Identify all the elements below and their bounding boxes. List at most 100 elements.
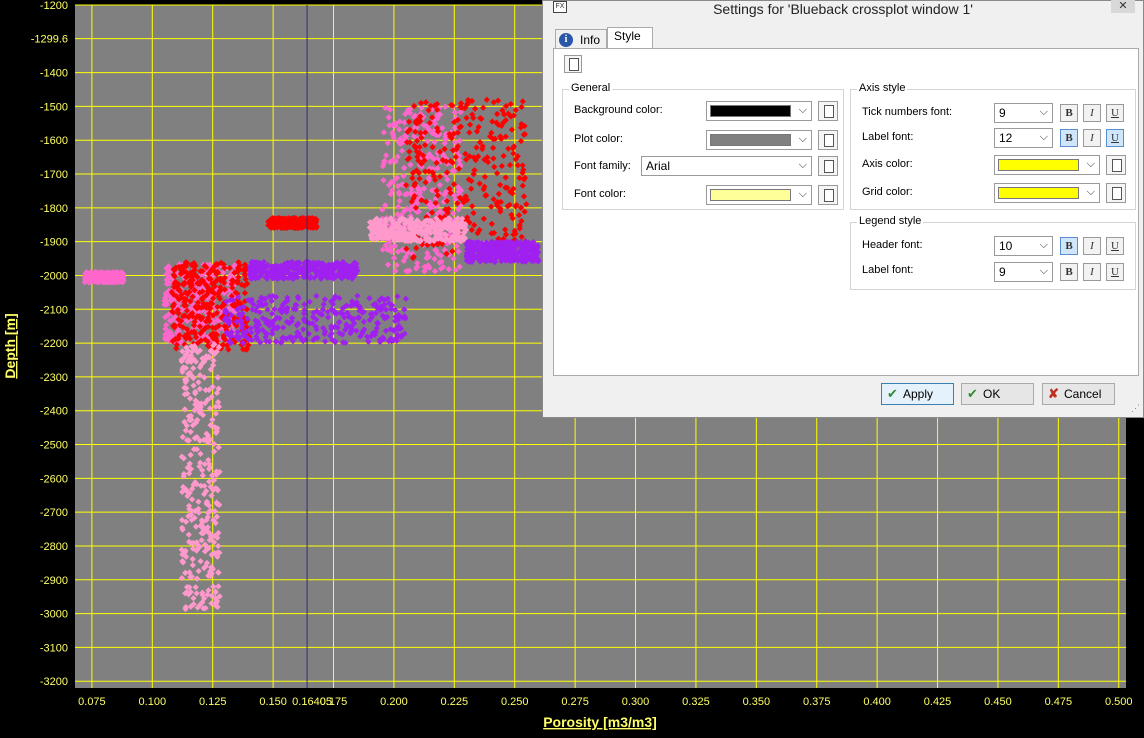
- tick-numbers-font-size: 9: [999, 106, 1006, 120]
- background-color-swatch: [710, 105, 791, 117]
- ok-button[interactable]: ✔ OK: [961, 383, 1034, 405]
- x-tick-label: 0.150: [259, 696, 287, 708]
- chevron-down-icon: ⌵: [798, 104, 807, 116]
- tab-info[interactable]: i Info: [555, 29, 607, 49]
- tab-style[interactable]: Style: [607, 27, 653, 50]
- font-family-select[interactable]: Arial ⌵: [641, 156, 812, 176]
- x-tick-label: 0.300: [622, 696, 650, 708]
- ok-button-label: OK: [983, 387, 1001, 401]
- axis-label-italic-button[interactable]: I: [1083, 129, 1101, 147]
- axis-label-bold-button[interactable]: B: [1060, 129, 1078, 147]
- axis-style-group-title: Axis style: [857, 82, 908, 94]
- chevron-down-icon: ⌵: [798, 188, 807, 200]
- background-color-picker[interactable]: ⌵: [706, 101, 812, 121]
- plot-color-default-button[interactable]: [818, 130, 838, 150]
- cross-icon: ✘: [1048, 386, 1059, 401]
- tick-numbers-font-size-select[interactable]: 9 ⌵: [994, 103, 1053, 123]
- legend-header-underline-button[interactable]: U: [1106, 237, 1124, 255]
- style-panel: General Background color: ⌵ Plot color: …: [553, 48, 1139, 376]
- y-tick-label: -1400: [40, 68, 68, 80]
- legend-label-bold-button[interactable]: B: [1060, 263, 1078, 281]
- legend-style-group: Legend style Header font: 10 ⌵ B I U Lab…: [850, 215, 1136, 290]
- grid-color-default-button[interactable]: [1106, 183, 1126, 203]
- chevron-down-icon: ⌵: [1039, 131, 1048, 143]
- chevron-down-icon: ⌵: [1039, 265, 1048, 277]
- info-icon: i: [559, 33, 573, 47]
- font-color-picker[interactable]: ⌵: [706, 185, 812, 205]
- axis-label-font-size-select[interactable]: 12 ⌵: [994, 128, 1053, 148]
- close-button[interactable]: ✕: [1111, 0, 1135, 13]
- y-axis-title: Depth [m]: [2, 313, 18, 378]
- tick-numbers-font-label: Tick numbers font:: [862, 106, 953, 118]
- grid-color-swatch: [998, 187, 1079, 199]
- x-tick-label: 0.400: [863, 696, 891, 708]
- y-tick-label: -2200: [40, 338, 68, 350]
- y-tick-label: -2800: [40, 541, 68, 553]
- document-icon: [1112, 187, 1122, 200]
- general-group-title: General: [569, 82, 613, 94]
- apply-button[interactable]: ✔ Apply: [881, 383, 954, 405]
- plot-color-picker[interactable]: ⌵: [706, 130, 812, 150]
- dialog-titlebar[interactable]: FX Settings for 'Blueback crossplot wind…: [543, 0, 1143, 17]
- axis-color-picker[interactable]: ⌵: [994, 155, 1100, 175]
- axis-color-default-button[interactable]: [1106, 155, 1126, 175]
- document-icon: [824, 105, 834, 118]
- tick-numbers-italic-button[interactable]: I: [1083, 104, 1101, 122]
- document-icon: [1112, 159, 1122, 172]
- tab-style-label: Style: [614, 29, 641, 43]
- axis-color-label: Axis color:: [862, 158, 913, 170]
- x-tick-label: 0.225: [441, 696, 469, 708]
- y-tick-label: -1299.6: [31, 34, 68, 46]
- legend-header-bold-button[interactable]: B: [1060, 237, 1078, 255]
- font-family-value: Arial: [646, 159, 671, 173]
- x-tick-label: 0.325: [682, 696, 710, 708]
- y-tick-label: -2700: [40, 507, 68, 519]
- document-icon: [569, 58, 579, 71]
- tick-numbers-underline-button[interactable]: U: [1106, 104, 1124, 122]
- legend-style-group-title: Legend style: [857, 215, 924, 227]
- legend-header-italic-button[interactable]: I: [1083, 237, 1101, 255]
- legend-header-font-size-select[interactable]: 10 ⌵: [994, 236, 1053, 256]
- font-color-label: Font color:: [574, 188, 626, 200]
- legend-label-italic-button[interactable]: I: [1083, 263, 1101, 281]
- x-tick-label: 0.075: [78, 696, 106, 708]
- legend-label-font-label: Label font:: [862, 264, 914, 276]
- grid-color-picker[interactable]: ⌵: [994, 183, 1100, 203]
- chevron-down-icon: ⌵: [798, 159, 807, 171]
- cancel-button[interactable]: ✘ Cancel: [1042, 383, 1115, 405]
- axis-color-swatch: [998, 159, 1079, 171]
- x-tick-label: 0.275: [561, 696, 589, 708]
- plot-color-swatch: [710, 134, 791, 146]
- font-color-default-button[interactable]: [818, 185, 838, 205]
- y-tick-label: -1200: [40, 0, 68, 12]
- y-tick-label: -1800: [40, 203, 68, 215]
- x-axis-title: Porosity [m3/m3]: [543, 714, 657, 730]
- x-tick-label: 0.125: [199, 696, 227, 708]
- reset-style-button[interactable]: [564, 55, 582, 73]
- document-icon: [824, 160, 834, 173]
- y-tick-label: -2500: [40, 440, 68, 452]
- legend-label-underline-button[interactable]: U: [1106, 263, 1124, 281]
- grid-color-label: Grid color:: [862, 186, 913, 198]
- axis-label-font-label: Label font:: [862, 131, 914, 143]
- x-tick-label: 0.450: [984, 696, 1012, 708]
- x-tick-label: 0.500: [1105, 696, 1133, 708]
- chevron-down-icon: ⌵: [1039, 106, 1048, 118]
- axis-label-underline-button[interactable]: U: [1106, 129, 1124, 147]
- legend-header-font-label: Header font:: [862, 239, 923, 251]
- background-color-default-button[interactable]: [818, 101, 838, 121]
- legend-label-font-size-select[interactable]: 9 ⌵: [994, 262, 1053, 282]
- legend-header-font-size: 10: [999, 239, 1013, 253]
- y-tick-label: -3200: [40, 676, 68, 688]
- chevron-down-icon: ⌵: [1086, 186, 1095, 198]
- resize-grip-icon[interactable]: ⋰: [1131, 403, 1140, 414]
- dialog-title: Settings for 'Blueback crossplot window …: [713, 1, 973, 17]
- font-family-default-button[interactable]: [818, 156, 838, 176]
- document-icon: [824, 134, 834, 147]
- chevron-down-icon: ⌵: [798, 133, 807, 145]
- font-family-label: Font family:: [574, 160, 631, 172]
- cursor-x-readout: 0.16405: [292, 696, 332, 708]
- y-tick-label: -2600: [40, 473, 68, 485]
- tick-numbers-bold-button[interactable]: B: [1060, 104, 1078, 122]
- y-tick-label: -3000: [40, 609, 68, 621]
